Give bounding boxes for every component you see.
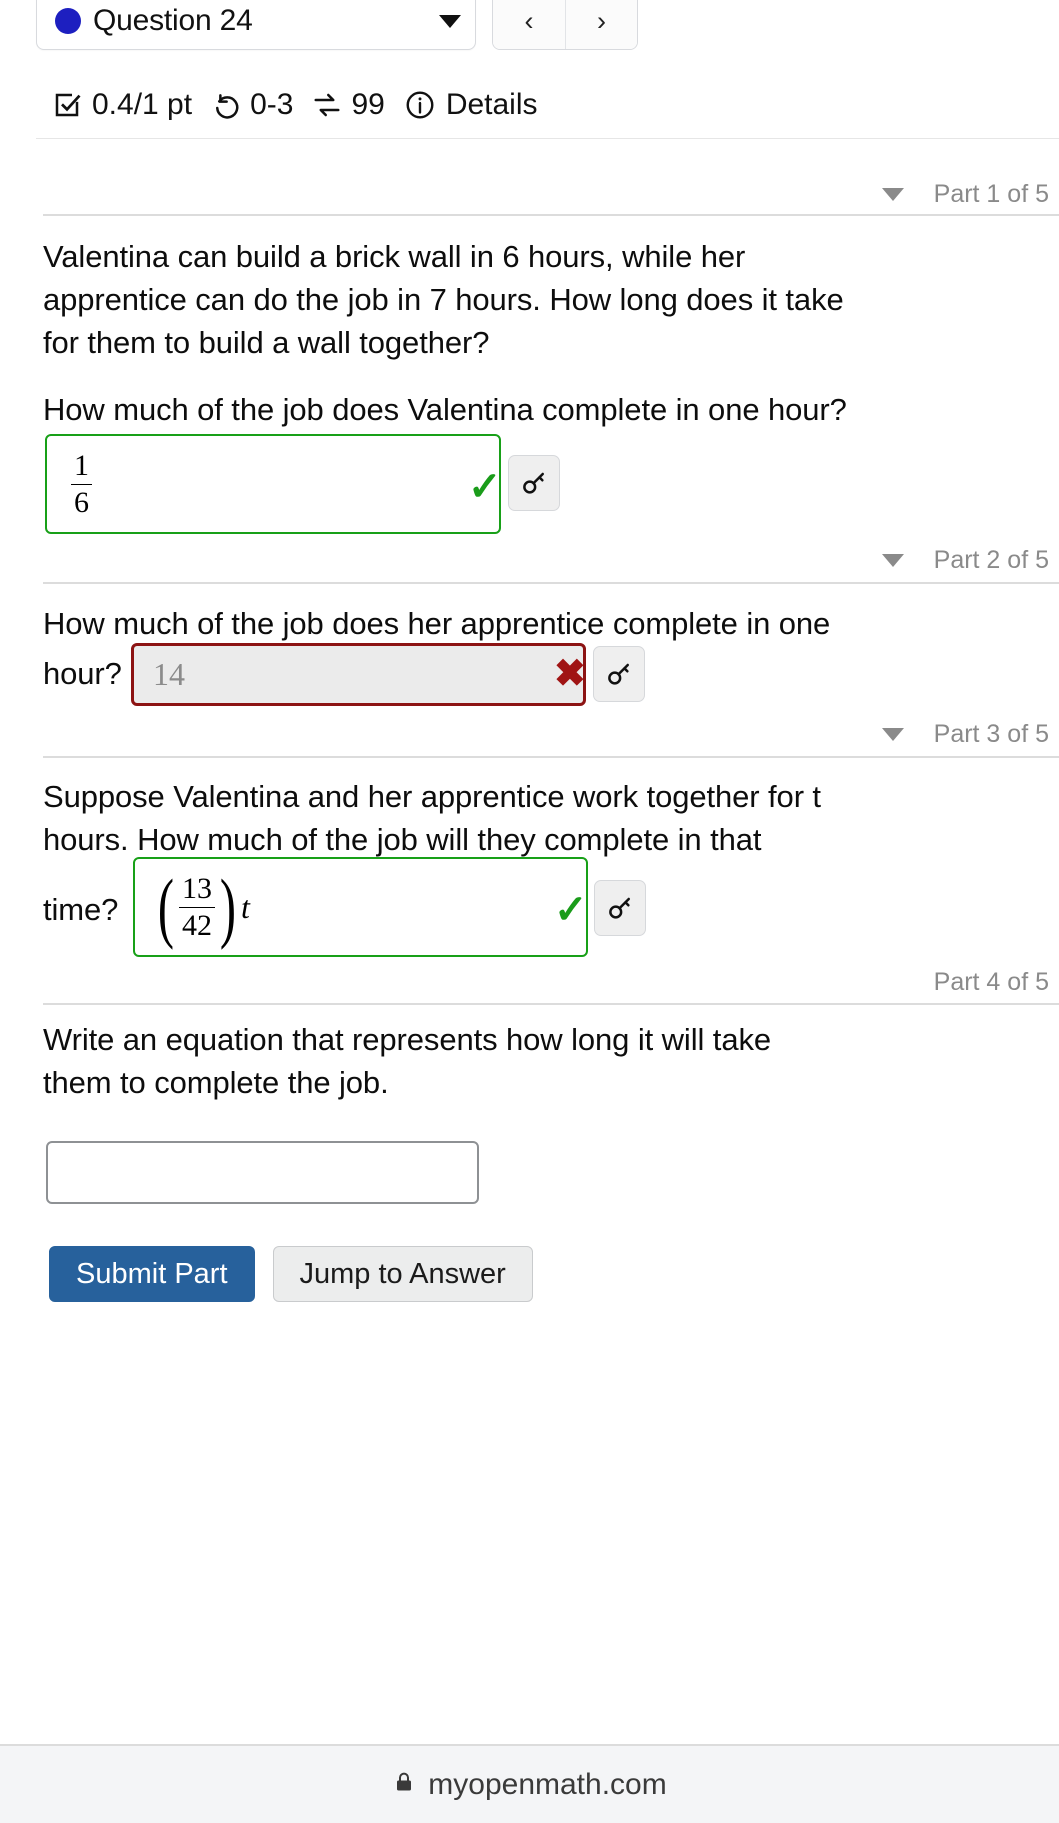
part-1-prompt-line-1: Valentina can build a brick wall in 6 ho… xyxy=(43,239,746,274)
part-3-check-mark-icon: ✓ xyxy=(554,888,588,932)
part-1-prompt: Valentina can build a brick wall in 6 ho… xyxy=(43,235,913,364)
part-2-toggle-icon[interactable] xyxy=(881,554,904,567)
part-4-question-line-1: Write an equation that represents how lo… xyxy=(43,1022,771,1057)
part-2-key-button[interactable] xyxy=(593,646,645,702)
part-4-question-line-2: them to complete the job. xyxy=(43,1065,389,1100)
part-1-prompt-line-3: for them to build a wall together? xyxy=(43,325,490,360)
part-1-answer-fraction: 1 6 xyxy=(71,448,92,518)
attempts-value: 0-3 xyxy=(250,88,294,121)
part-3-question-line-2: hours. How much of the job will they com… xyxy=(43,822,762,857)
reattempts-group: 99 xyxy=(312,88,385,122)
part-3-toggle-icon[interactable] xyxy=(881,728,904,741)
question-prev-next-group: ‹ › xyxy=(492,0,638,50)
attempts-group: 0-3 xyxy=(211,88,293,122)
part-1-toggle-icon[interactable] xyxy=(881,188,904,201)
checkbox-check-icon xyxy=(52,90,82,120)
details-link[interactable]: Details xyxy=(404,88,538,122)
part-4-question: Write an equation that represents how lo… xyxy=(43,1018,943,1104)
part-3-header[interactable]: Part 3 of 5 xyxy=(881,720,1049,749)
swap-arrows-icon xyxy=(312,90,342,120)
key-icon xyxy=(605,893,635,923)
part-2-label: Part 2 of 5 xyxy=(933,546,1049,574)
reattempts-value: 99 xyxy=(351,88,385,121)
part-3-answer-fraction: 13 42 xyxy=(178,871,215,941)
undo-arrow-icon xyxy=(211,90,241,120)
part-3-question-line-3: time? xyxy=(43,892,119,927)
action-button-row: Submit Part Jump to Answer xyxy=(49,1246,533,1302)
question-status-dot xyxy=(55,8,81,34)
part-2-answer-input[interactable]: 14 xyxy=(131,643,586,706)
right-paren: ) xyxy=(219,862,237,950)
part-3-variable: t xyxy=(240,888,250,925)
part-3-denominator: 42 xyxy=(178,906,215,941)
part-2-header[interactable]: Part 2 of 5 xyxy=(881,546,1049,575)
header-divider xyxy=(36,138,1059,139)
part-2-question-line-1: How much of the job does her apprentice … xyxy=(43,606,831,641)
part-2-answer-value: 14 xyxy=(153,656,185,692)
page-url: myopenmath.com xyxy=(428,1767,667,1801)
part-3-label: Part 3 of 5 xyxy=(933,720,1049,748)
next-question-button[interactable]: › xyxy=(565,0,637,49)
question-meta-bar: 0.4/1 pt 0-3 99 Details xyxy=(0,74,1059,136)
left-paren: ( xyxy=(157,862,175,950)
part-1-check-mark-icon: ✓ xyxy=(468,465,502,509)
key-icon xyxy=(604,659,634,689)
lock-icon xyxy=(392,1770,416,1799)
part-4-header: Part 4 of 5 xyxy=(934,968,1049,997)
part-2-divider xyxy=(43,582,1059,584)
part-2-x-mark-icon: ✖ xyxy=(554,653,586,695)
part-1-prompt-line-2: apprentice can do the job in 7 hours. Ho… xyxy=(43,282,844,317)
details-label: Details xyxy=(445,88,538,121)
submit-part-button[interactable]: Submit Part xyxy=(49,1246,255,1302)
part-3-answer-input[interactable]: ( 13 42 ) t xyxy=(133,857,588,957)
part-2-question-line-2: hour? xyxy=(43,656,122,691)
question-label: Question 24 xyxy=(93,4,253,37)
part-4-answer-input[interactable] xyxy=(46,1141,479,1204)
part-3-question-text-1: Suppose Valentina and her apprentice wor… xyxy=(43,779,821,814)
part-3-answer-expression: ( 13 42 ) t xyxy=(153,862,250,950)
key-icon xyxy=(519,468,549,498)
question-page: Question 24 ‹ › 0.4/1 pt 0-3 99 Details … xyxy=(0,0,1059,1823)
part-1-label: Part 1 of 5 xyxy=(933,180,1049,208)
part-3-question-line-1: Suppose Valentina and her apprentice wor… xyxy=(43,775,943,818)
question-navigation-bar: Question 24 ‹ › xyxy=(0,0,1059,60)
info-circle-icon xyxy=(404,89,436,121)
part-3-divider xyxy=(43,756,1059,758)
chevron-down-icon[interactable] xyxy=(439,14,461,28)
previous-question-button[interactable]: ‹ xyxy=(493,0,565,49)
part-1-question: How much of the job does Valentina compl… xyxy=(43,392,847,427)
part-3-numerator: 13 xyxy=(181,871,212,905)
part-1-denominator: 6 xyxy=(71,483,92,518)
part-1-header[interactable]: Part 1 of 5 xyxy=(881,180,1049,209)
jump-to-answer-button[interactable]: Jump to Answer xyxy=(272,1246,533,1302)
part-4-divider xyxy=(43,1003,1059,1005)
part-1-numerator: 1 xyxy=(74,448,89,482)
score-group: 0.4/1 pt xyxy=(52,88,192,122)
part-3-key-button[interactable] xyxy=(594,880,646,936)
browser-url-footer: myopenmath.com xyxy=(0,1746,1059,1823)
part-4-label: Part 4 of 5 xyxy=(933,968,1049,996)
question-selector[interactable]: Question 24 xyxy=(36,0,476,50)
part-1-answer-input[interactable]: 1 6 xyxy=(45,434,501,534)
score-value: 0.4/1 pt xyxy=(92,88,193,121)
part-1-divider xyxy=(43,214,1059,216)
part-1-key-button[interactable] xyxy=(508,455,560,511)
